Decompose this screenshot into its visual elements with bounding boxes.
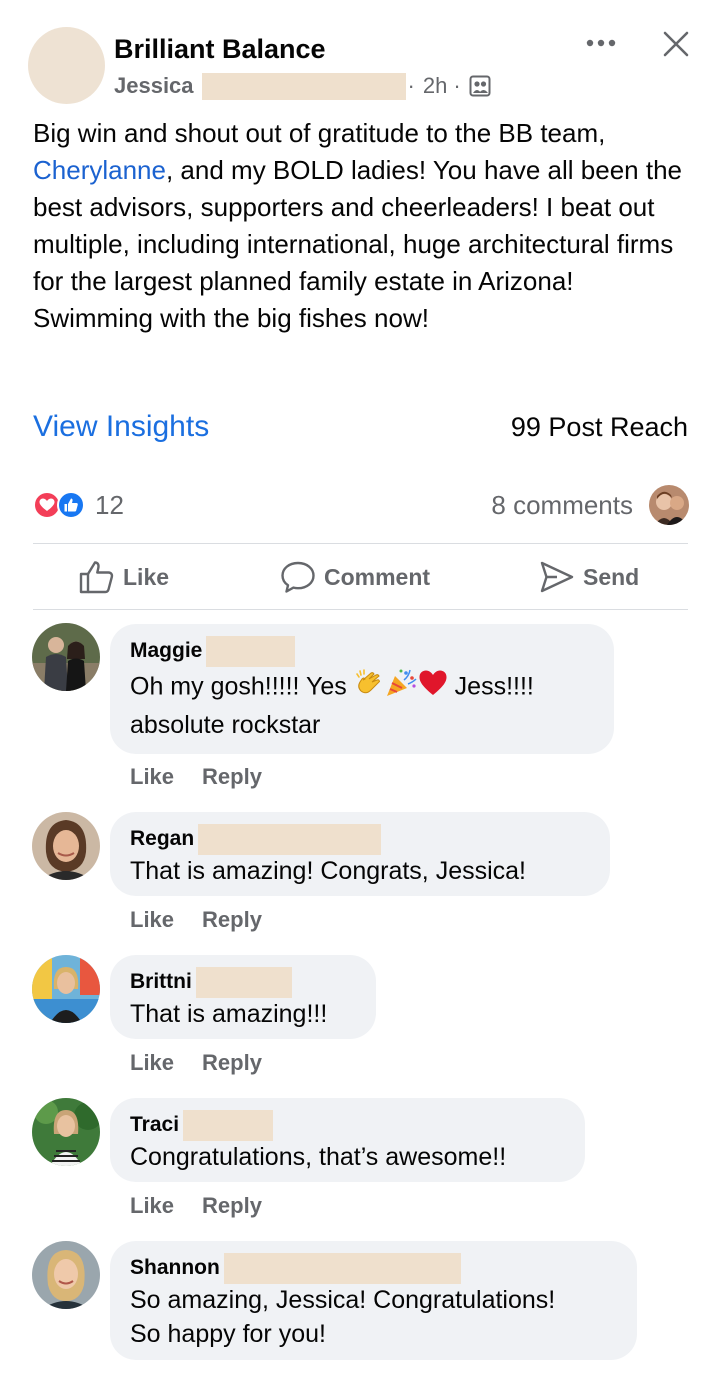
- comments-summary: 8 comments: [491, 485, 689, 525]
- avatar[interactable]: [32, 1098, 100, 1166]
- send-button[interactable]: Send: [539, 546, 639, 608]
- comment-bubble: Traci Congratulations, that’s awesome!!: [110, 1098, 585, 1182]
- comment-author[interactable]: Shannon: [130, 1256, 220, 1280]
- comment-text: That is amazing! Congrats, Jessica!: [130, 857, 526, 885]
- comment-bubble: Brittni That is amazing!!!: [110, 955, 376, 1039]
- like-label: Like: [123, 563, 170, 590]
- heart-emoji: [418, 669, 448, 707]
- reactions-summary: 12 8 comments: [33, 482, 689, 528]
- view-insights-link[interactable]: View Insights: [33, 410, 209, 444]
- reactions-button[interactable]: 12: [33, 490, 124, 521]
- audience-icon: [469, 75, 491, 97]
- comment-text-part: So happy for you!: [130, 1320, 326, 1348]
- insights-row: View Insights 99 Post Reach: [33, 405, 688, 449]
- comment-text: Oh my gosh!!!!! Yes Jess!!!! absolute ro…: [130, 668, 594, 743]
- post-author[interactable]: Jessica: [114, 73, 194, 99]
- redacted-surname: [201, 72, 406, 100]
- redacted-surname: [183, 1109, 274, 1141]
- like-icon: [79, 561, 114, 594]
- meta-separator: ·: [453, 73, 461, 98]
- reaction-count: 12: [95, 489, 124, 520]
- comment-like-button[interactable]: Like: [130, 907, 174, 933]
- comment-icon: [281, 561, 315, 593]
- comment-author[interactable]: Maggie: [130, 639, 202, 663]
- comment-text: Congratulations, that’s awesome!!: [130, 1143, 507, 1171]
- comment-bubble: Regan That is amazing! Congrats, Jessica…: [110, 812, 610, 896]
- redacted-surname: [195, 966, 292, 998]
- comment-bubble: Maggie Oh my gosh!!!!! Yes Jess!!!! abso…: [110, 624, 614, 754]
- viewer-avatar: [649, 485, 689, 525]
- comment-text-part: So amazing, Jessica! Congratulations!: [130, 1286, 556, 1314]
- group-name[interactable]: Brilliant Balance: [114, 34, 326, 65]
- comment-author[interactable]: Traci: [130, 1113, 179, 1137]
- redacted-surname: [206, 635, 296, 667]
- group-avatar[interactable]: [28, 27, 105, 104]
- avatar[interactable]: [32, 955, 100, 1023]
- comment-text: So amazing, Jessica! Congratulations! So…: [130, 1283, 617, 1351]
- comment-actions: Like Reply: [130, 1050, 262, 1076]
- like-button[interactable]: Like: [79, 546, 169, 608]
- meta-separator: ·: [407, 73, 415, 98]
- divider: [33, 609, 688, 610]
- send-label: Send: [583, 563, 640, 590]
- comment-reply-button[interactable]: Reply: [202, 907, 262, 933]
- party-emoji: [384, 668, 418, 708]
- comment-text-part: Jess!!!!: [447, 672, 534, 701]
- comment-like-button[interactable]: Like: [130, 1050, 174, 1076]
- reaction-icons: [33, 491, 89, 519]
- comment-text-part: Oh my gosh!!!!! Yes: [130, 672, 354, 701]
- close-button[interactable]: [656, 24, 696, 64]
- comment-bubble: Shannon So amazing, Jessica! Congratulat…: [110, 1241, 637, 1360]
- comment-reply-button[interactable]: Reply: [202, 1050, 262, 1076]
- avatar[interactable]: [32, 1241, 100, 1309]
- comment-actions: Like Reply: [130, 764, 262, 790]
- action-bar: Like Comment Send: [33, 546, 688, 608]
- comment-button[interactable]: Comment: [280, 546, 430, 608]
- close-icon: [663, 31, 689, 57]
- comment-count-link[interactable]: 8 comments: [491, 490, 633, 521]
- more-options-button[interactable]: [582, 28, 620, 58]
- comment-label: Comment: [324, 563, 431, 590]
- like-reaction-icon: [57, 491, 85, 519]
- comment-actions: Like Reply: [130, 1193, 262, 1219]
- clap-emoji: [354, 668, 384, 708]
- comment-like-button[interactable]: Like: [130, 1193, 174, 1219]
- avatar[interactable]: [32, 623, 100, 691]
- comment-like-button[interactable]: Like: [130, 764, 174, 790]
- avatar[interactable]: [32, 812, 100, 880]
- post-meta: Jessica · 2h ·: [114, 72, 491, 100]
- more-icon: [586, 39, 616, 47]
- comment-author[interactable]: Brittni: [130, 970, 192, 994]
- post-text: Big win and shout out of gratitude to th…: [33, 115, 693, 337]
- mention-link[interactable]: Cherylanne: [33, 155, 166, 185]
- redacted-surname: [223, 1252, 461, 1284]
- comment-author[interactable]: Regan: [130, 827, 194, 851]
- divider: [33, 543, 688, 544]
- redacted-surname: [198, 823, 382, 855]
- post-text-part: Big win and shout out of gratitude to th…: [33, 118, 606, 148]
- post-header: Brilliant Balance Jessica · 2h ·: [0, 0, 720, 110]
- comment-actions: Like Reply: [130, 907, 262, 933]
- comment-text-part: absolute rockstar: [130, 711, 321, 739]
- comment-reply-button[interactable]: Reply: [202, 764, 262, 790]
- comment-text: That is amazing!!!: [130, 1000, 328, 1028]
- post-reach: 99 Post Reach: [510, 411, 688, 442]
- post-time[interactable]: 2h: [423, 73, 447, 99]
- comment-reply-button[interactable]: Reply: [202, 1193, 262, 1219]
- send-icon: [540, 561, 574, 593]
